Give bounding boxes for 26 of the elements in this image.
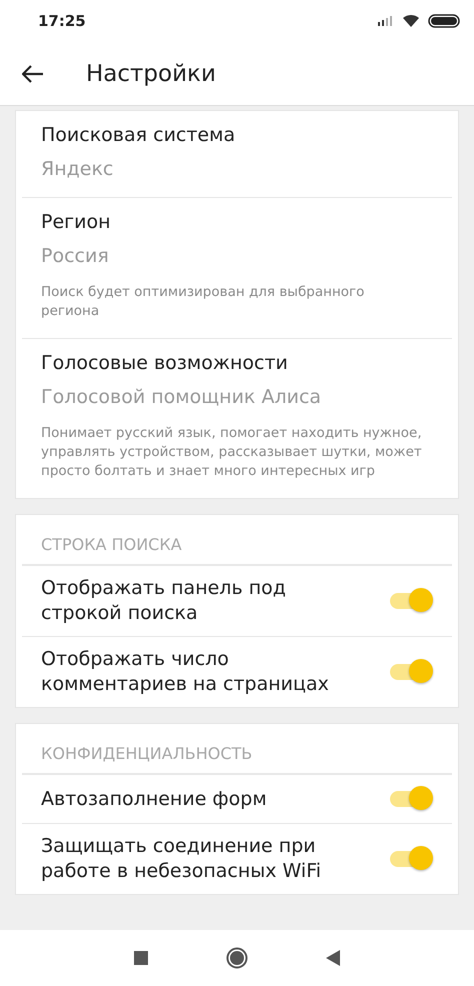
battery-icon <box>428 14 460 28</box>
item-value: Россия <box>41 245 110 267</box>
settings-item[interactable]: Регион Россия Поиск будет оптимизирован для выбранного региона <box>22 197 452 338</box>
item-title: Регион <box>41 210 112 235</box>
settings-item[interactable]: Голосовые возможности Голосовой помощник Алиса Понимает русский язык, помогает находить нужное, управлять устройством, рассказывает шутки, может просто болтать и знает много интересных игр <box>22 338 452 498</box>
back-icon[interactable] <box>326 950 340 966</box>
home-icon[interactable] <box>226 947 248 969</box>
item-hint: Поиск будет оптимизирован для выбранного региона <box>41 283 366 321</box>
item-value: Яндекс <box>41 158 114 180</box>
section-heading: СТРОКА ПОИСКА <box>22 515 452 566</box>
item-value: Голосовой помощник Алиса <box>41 386 322 408</box>
item-title: Защищать соединение при работе в небезопасных WiFi <box>41 834 322 884</box>
item-title: Отображать панель под строкой поиска <box>41 576 287 626</box>
item-hint: Понимает русский язык, помогает находить нужное, управлять устройством, рассказывает шутки, может просто болтать и знает много интересных игр <box>41 424 423 481</box>
status-time: 17:25 <box>38 12 86 30</box>
item-title: Поисковая система <box>41 123 236 148</box>
square-icon[interactable] <box>134 951 148 965</box>
item-title: Автозаполнение форм <box>41 786 267 812</box>
item-title: Отображать число комментариев на страницах <box>41 647 330 697</box>
settings-item[interactable]: Поисковая система Яндекс <box>22 111 452 197</box>
signal-icon <box>378 16 394 26</box>
page-title: Настройки <box>86 60 216 86</box>
item-title: Голосовые возможности <box>41 351 289 376</box>
back-arrow-icon <box>22 64 44 82</box>
wifi-icon <box>402 14 420 28</box>
section-heading: КОНФИДЕНЦИАЛЬНОСТЬ <box>22 724 452 775</box>
